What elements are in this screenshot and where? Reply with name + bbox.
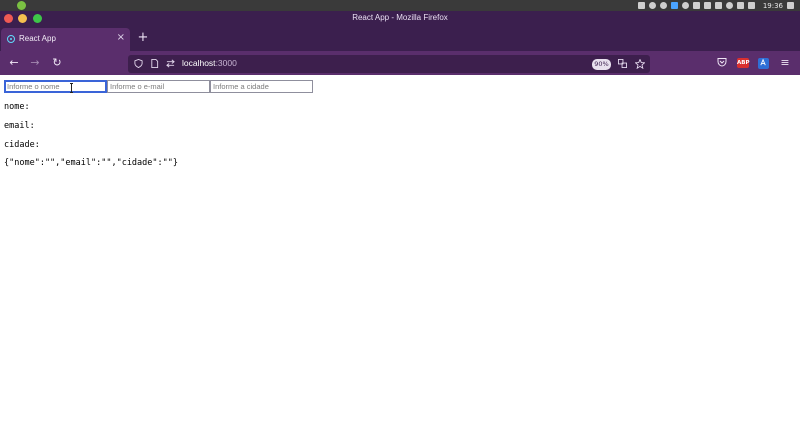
network-icon[interactable] — [637, 2, 645, 9]
record-icon[interactable] — [659, 2, 667, 9]
translate-extension-icon[interactable] — [758, 58, 769, 69]
wifi-icon[interactable] — [736, 2, 744, 9]
bookmark-star-icon[interactable] — [634, 58, 646, 70]
pocket-icon[interactable] — [716, 57, 728, 69]
nome-output: nome: — [4, 102, 30, 112]
bluetooth-icon[interactable] — [714, 2, 722, 9]
camera-icon[interactable] — [670, 2, 678, 9]
mic-icon[interactable] — [725, 2, 733, 9]
translate-icon[interactable] — [618, 59, 627, 68]
new-tab-button[interactable]: + — [136, 31, 150, 45]
screen-icon[interactable] — [787, 2, 794, 9]
tab-react-app[interactable]: React App × — [1, 28, 130, 51]
dropbox-icon[interactable] — [681, 2, 689, 9]
url-host: localhost — [182, 58, 216, 68]
permissions-icon[interactable] — [166, 59, 175, 68]
window-titlebar: React App - Mozilla Firefox — [0, 11, 800, 27]
close-tab-icon[interactable]: × — [117, 32, 125, 44]
zoom-level-badge[interactable]: 90% — [592, 59, 611, 70]
cidade-input[interactable] — [210, 80, 313, 93]
url-port: :3000 — [215, 58, 237, 68]
text-cursor-icon — [70, 83, 73, 93]
back-button[interactable]: ← — [8, 57, 20, 69]
tracking-shield-icon[interactable] — [134, 58, 143, 69]
email-input[interactable] — [107, 80, 210, 93]
menu-arrow-icon[interactable] — [747, 2, 755, 9]
forward-button[interactable]: → — [29, 57, 41, 69]
tab-strip: React App × + — [0, 27, 800, 51]
page-content: nome: email: cidade: {"nome":"","email":… — [0, 75, 800, 448]
clipboard-icon[interactable] — [692, 2, 700, 9]
clock[interactable]: 19:36 — [763, 2, 783, 10]
cidade-output: cidade: — [4, 140, 40, 150]
system-tray: 19:36 — [637, 1, 794, 10]
url-bar[interactable]: localhost:3000 90% — [128, 55, 650, 73]
form-inputs — [4, 80, 313, 93]
url-text[interactable]: localhost:3000 — [182, 58, 237, 68]
email-output: email: — [4, 121, 35, 131]
nome-input[interactable] — [4, 80, 107, 93]
app-menu-icon[interactable] — [17, 1, 26, 10]
react-favicon-icon — [7, 35, 15, 43]
tab-title: React App — [19, 34, 56, 43]
notification-icon[interactable] — [648, 2, 656, 9]
volume-icon[interactable] — [703, 2, 711, 9]
os-top-bar: 19:36 — [0, 0, 800, 11]
adblock-plus-icon[interactable]: ABP — [737, 58, 749, 68]
hamburger-menu-icon[interactable]: ≡ — [779, 57, 791, 69]
window-title: React App - Mozilla Firefox — [352, 13, 448, 22]
page-info-icon[interactable] — [150, 59, 159, 68]
navigation-toolbar: ← → ↻ localhost:3000 90% ABP ≡ — [0, 51, 800, 75]
reload-button[interactable]: ↻ — [51, 57, 63, 69]
json-output: {"nome":"","email":"","cidade":""} — [4, 158, 178, 168]
